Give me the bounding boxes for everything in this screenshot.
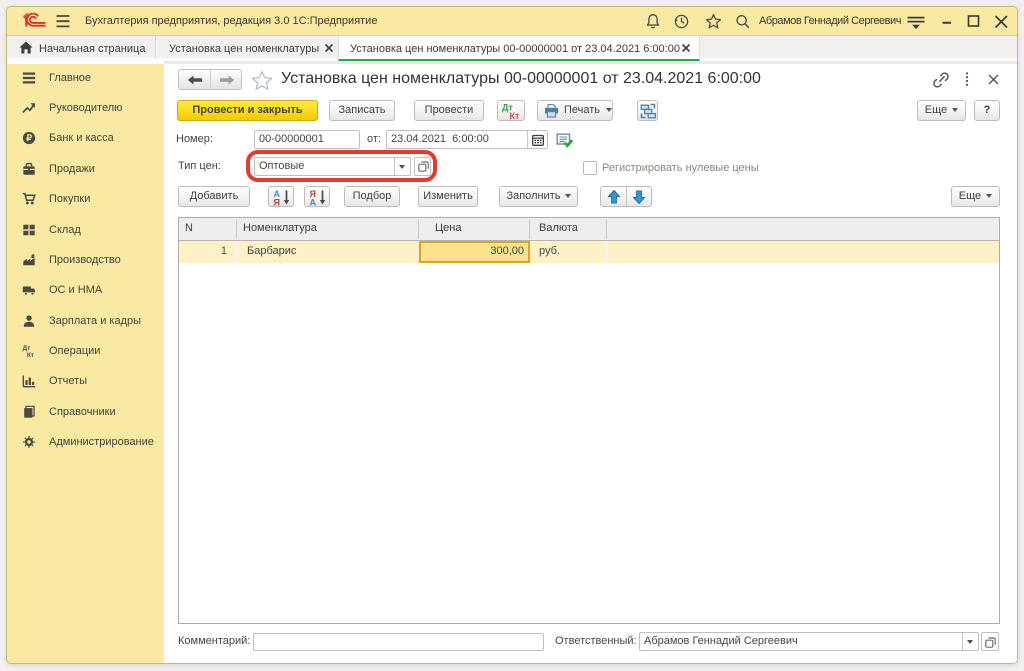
svg-text:Дт: Дт <box>22 345 31 352</box>
svg-text:₽: ₽ <box>26 133 32 143</box>
svg-text:Кт: Кт <box>27 352 35 358</box>
svg-text:Кт: Кт <box>510 111 520 120</box>
svg-text:Я: Я <box>274 198 280 207</box>
svg-text:А: А <box>310 198 317 207</box>
